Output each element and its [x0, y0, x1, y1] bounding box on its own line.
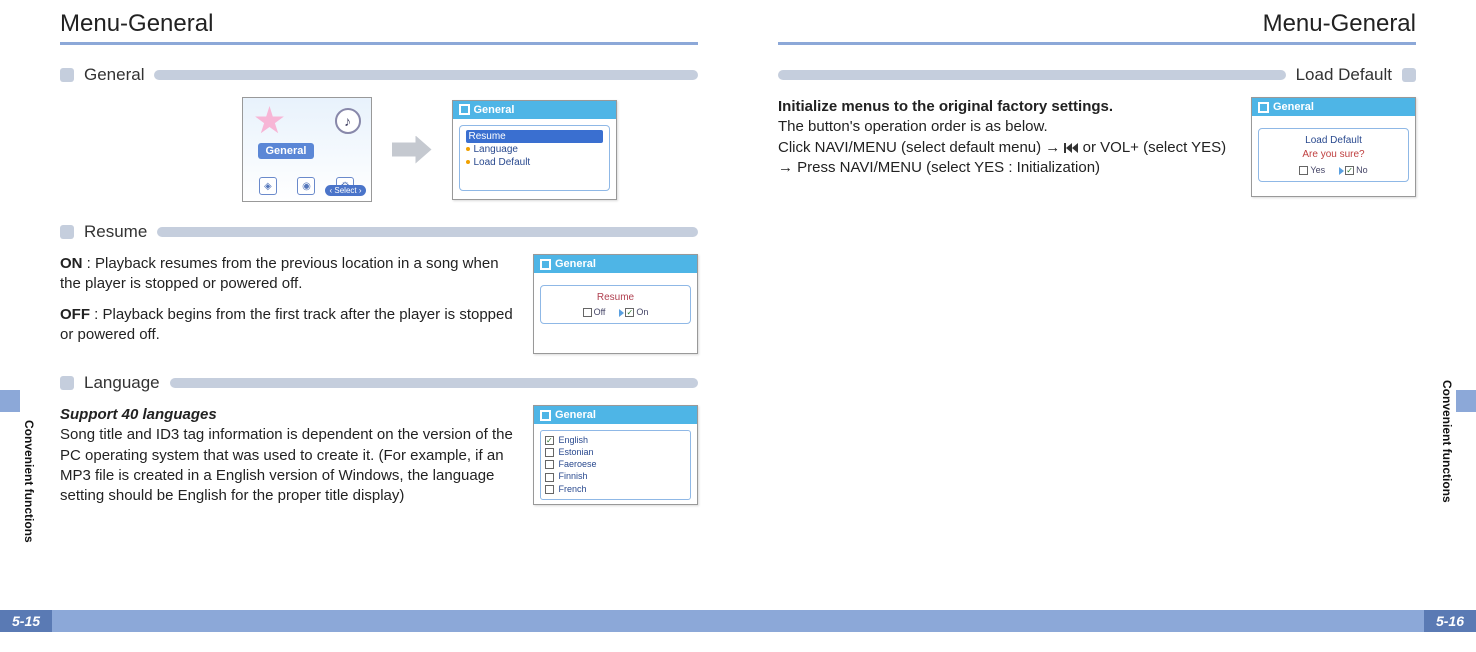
- section-rule: [154, 70, 698, 80]
- footer-right: 5-16: [738, 610, 1476, 632]
- language-text: Support 40 languages Song title and ID3 …: [60, 405, 513, 516]
- resume-screen: General Resume Off On: [533, 254, 698, 354]
- screen-header-text: General: [474, 104, 515, 116]
- side-tab-right: Convenient functions: [1440, 380, 1454, 503]
- lang-item: Finnish: [545, 470, 686, 482]
- screen-header-text: General: [1273, 101, 1314, 113]
- bullet-icon: [1402, 68, 1416, 82]
- nav-icon: ◉: [297, 177, 315, 195]
- page-title-right: Menu-General: [778, 10, 1416, 45]
- page-number: 5-15: [0, 610, 52, 632]
- section-label: Resume: [84, 222, 147, 242]
- loaddefault-screen: General Load Default Are you sure? Yes N…: [1251, 97, 1416, 197]
- section-rule: [778, 70, 1286, 80]
- screen-header-text: General: [555, 258, 596, 270]
- popup-title: Resume: [545, 292, 686, 303]
- right-page: Menu-General Load Default Initialize men…: [738, 0, 1476, 652]
- left-page: Menu-General General ♪ General ◈ ◉ ⚙ ‹ S…: [0, 0, 738, 652]
- bullet-icon: [60, 225, 74, 239]
- section-header-resume: Resume: [60, 222, 698, 242]
- bullet-icon: [60, 68, 74, 82]
- resume-popup: Resume Off On: [540, 285, 691, 324]
- rewind-icon: [1064, 143, 1078, 153]
- section-label: Language: [84, 373, 160, 393]
- section-label: General: [84, 65, 144, 85]
- music-note-icon: ♪: [335, 108, 361, 134]
- lang-item: French: [545, 483, 686, 495]
- lang-item: Estonian: [545, 446, 686, 458]
- loaddefault-popup: Load Default Are you sure? Yes No: [1258, 128, 1409, 182]
- resume-text: ON : Playback resumes from the previous …: [60, 254, 513, 355]
- resume-row: ON : Playback resumes from the previous …: [60, 254, 698, 355]
- section-rule: [157, 227, 698, 237]
- general-menu-screen: General Resume Language Load Default: [452, 100, 617, 200]
- resume-on-option: On: [619, 307, 648, 317]
- general-icon-label: General: [258, 143, 315, 159]
- menu-item-language: Language: [466, 143, 603, 156]
- screen-header: General: [1252, 98, 1415, 116]
- screen-header: General: [534, 255, 697, 273]
- nav-icon: ◈: [259, 177, 277, 195]
- screen-header: General: [453, 101, 616, 119]
- loaddefault-row: Initialize menus to the original factory…: [778, 97, 1416, 197]
- yes-option: Yes: [1299, 165, 1325, 175]
- section-header-loaddefault: Load Default: [778, 65, 1416, 85]
- lang-item: Faeroese: [545, 458, 686, 470]
- section-header-language: Language: [60, 373, 698, 393]
- screen-header: General: [534, 406, 697, 424]
- confirm-text: Are you sure?: [1263, 149, 1404, 160]
- lang-item: English: [545, 434, 686, 446]
- language-screen: General English Estonian Faeroese Finnis…: [533, 405, 698, 505]
- bullet-icon: [60, 376, 74, 390]
- section-rule: [170, 378, 698, 388]
- page-title-left: Menu-General: [60, 10, 698, 45]
- arrow-right-icon: [392, 136, 432, 164]
- no-option: No: [1339, 165, 1368, 175]
- general-home-screen: ♪ General ◈ ◉ ⚙ ‹ Select ›: [242, 97, 372, 202]
- cube-icon: [540, 410, 551, 421]
- language-list: English Estonian Faeroese Finnish French: [540, 430, 691, 500]
- resume-off-option: Off: [583, 307, 606, 317]
- menu-item-resume: Resume: [466, 130, 603, 143]
- popup-item: Load Default: [1263, 135, 1404, 146]
- general-screens-row: ♪ General ◈ ◉ ⚙ ‹ Select › General Resum…: [60, 97, 698, 202]
- loaddefault-text: Initialize menus to the original factory…: [778, 97, 1231, 188]
- footer-left: 5-15: [0, 610, 738, 632]
- cube-icon: [1258, 102, 1269, 113]
- select-pill: ‹ Select ›: [325, 185, 365, 196]
- language-row: Support 40 languages Song title and ID3 …: [60, 405, 698, 516]
- section-header-general: General: [60, 65, 698, 85]
- side-tab-left: Convenient functions: [22, 420, 36, 543]
- cube-icon: [459, 104, 470, 115]
- section-label: Load Default: [1296, 65, 1392, 85]
- cube-icon: [540, 259, 551, 270]
- side-notch: [1456, 390, 1476, 412]
- screen-header-text: General: [555, 409, 596, 421]
- page-number: 5-16: [1424, 610, 1476, 632]
- menu-item-loaddefault: Load Default: [466, 156, 603, 169]
- side-notch: [0, 390, 20, 412]
- star-icon: [255, 106, 285, 136]
